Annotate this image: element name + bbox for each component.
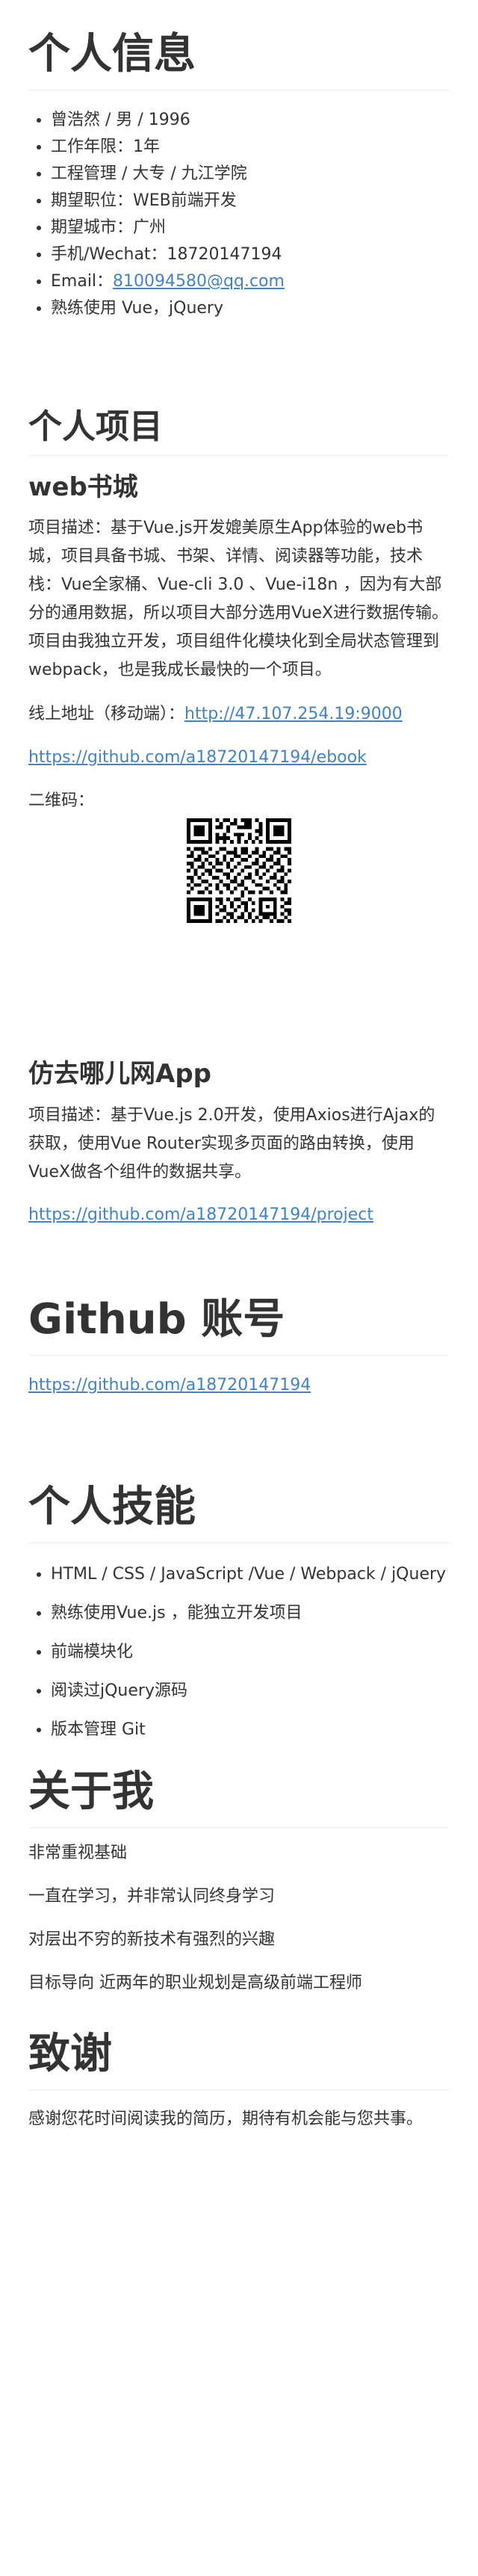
- email-label: Email：: [51, 272, 114, 291]
- project-ebook-online: 线上地址（移动端）：http://47.107.254.19:9000: [28, 701, 450, 728]
- about-line: 非常重视基础: [28, 1843, 128, 1862]
- about-line: 目标导向 近两年的职业规划是高级前端工程师: [28, 1973, 362, 1992]
- project-qunar-github: https://github.com/a18720147194/project: [28, 1202, 450, 1229]
- personal-info-heading: 个人信息: [28, 28, 450, 90]
- info-item: 期望职位：WEB前端开发: [51, 188, 450, 214]
- thanks-text: 感谢您花时间阅读我的简历，期待有机会能与您共事。: [28, 2109, 423, 2128]
- about-line: 一直在学习，并非常认同终身学习: [28, 1886, 276, 1906]
- personal-info-list: 曾浩然 / 男 / 1996 工作年限：1年 工程管理 / 大专 / 九江学院 …: [28, 107, 450, 322]
- qr-label: 二维码：: [28, 791, 95, 810]
- skill-item: 熟练使用Vue.js ，能独立开发项目: [51, 1600, 450, 1627]
- email-link[interactable]: 810094580@qq.com: [113, 272, 285, 291]
- skills-heading: 个人技能: [28, 1481, 450, 1543]
- skill-item: 前端模块化: [51, 1639, 450, 1666]
- info-item-email: Email：810094580@qq.com: [51, 268, 450, 295]
- info-item: 工程管理 / 大专 / 九江学院: [51, 161, 450, 188]
- online-address-label: 线上地址（移动端）：: [28, 705, 185, 724]
- project-ebook-description: 项目描述：基于Vue.js开发媲美原生App体验的web书城，项目具备书城、书架…: [28, 519, 449, 680]
- resume-page: 个人信息 曾浩然 / 男 / 1996 工作年限：1年 工程管理 / 大专 / …: [0, 0, 478, 2134]
- projects-heading: 个人项目: [28, 406, 450, 457]
- thanks-heading: 致谢: [28, 2028, 450, 2090]
- about-lines: 非常重视基础 一直在学习，并非常认同终身学习 对层出不穷的新技术有强烈的兴趣 目…: [28, 1840, 450, 1997]
- github-heading: Github 账号: [28, 1294, 450, 1356]
- skill-item: HTML / CSS / JavaScript /Vue / Webpack /…: [51, 1561, 450, 1588]
- skills-list: HTML / CSS / JavaScript /Vue / Webpack /…: [28, 1561, 450, 1743]
- about-line: 对层出不穷的新技术有强烈的兴趣: [28, 1930, 276, 1949]
- qr-code-container: [28, 818, 450, 924]
- qr-code-image: [187, 818, 291, 924]
- github-account-link[interactable]: https://github.com/a18720147194: [28, 1376, 311, 1394]
- ebook-github-link[interactable]: https://github.com/a18720147194/ebook: [28, 748, 367, 767]
- project-qunar-description: 项目描述：基于Vue.js 2.0开发，使用Axios进行Ajax的获取，使用V…: [28, 1105, 435, 1182]
- qunar-github-link[interactable]: https://github.com/a18720147194/project: [28, 1205, 373, 1224]
- project-qunar-title: 仿去哪儿网App: [28, 1059, 211, 1090]
- info-item: 工作年限：1年: [51, 134, 450, 161]
- skill-item: 阅读过jQuery源码: [51, 1678, 450, 1705]
- info-item: 手机/Wechat：18720147194: [51, 241, 450, 268]
- online-address-link[interactable]: http://47.107.254.19:9000: [184, 705, 403, 723]
- project-ebook-github: https://github.com/a18720147194/ebook: [28, 744, 450, 771]
- about-heading: 关于我: [28, 1766, 450, 1828]
- info-item: 曾浩然 / 男 / 1996: [51, 107, 450, 134]
- info-item: 熟练使用 Vue，jQuery: [51, 295, 450, 322]
- project-ebook-title: web书城: [28, 472, 138, 503]
- github-account: https://github.com/a18720147194: [28, 1372, 450, 1399]
- info-item: 期望城市：广州: [51, 214, 450, 241]
- skill-item: 版本管理 Git: [51, 1717, 450, 1743]
